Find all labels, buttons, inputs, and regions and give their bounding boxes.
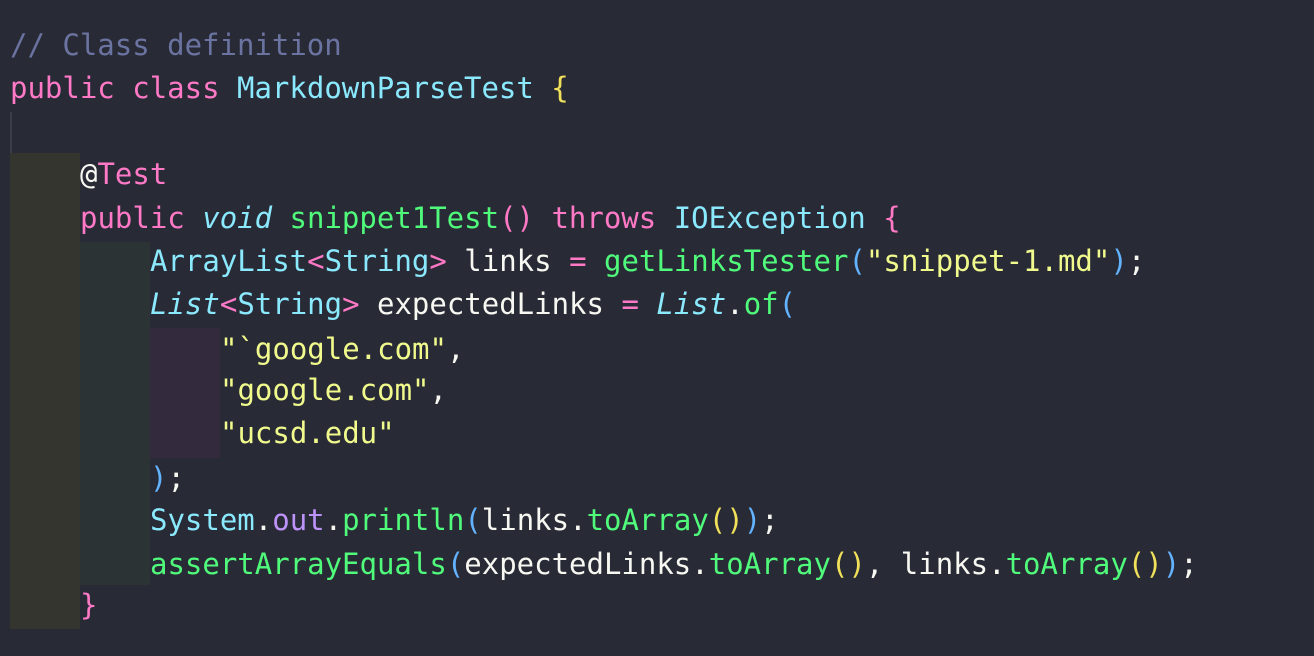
operator-assign: =	[569, 244, 587, 278]
dot: .	[726, 287, 744, 321]
generic-open: <	[307, 244, 325, 278]
type-name: List	[656, 287, 727, 321]
semicolon: ;	[167, 461, 185, 495]
string-literal: "`google.com"	[220, 332, 447, 366]
variable-reference: expectedLinks	[464, 547, 692, 581]
paren-close: )	[150, 461, 168, 495]
field-reference: out	[272, 503, 325, 537]
code-line-close-list: );	[150, 457, 185, 500]
code-line-assert: assertArrayEquals(expectedLinks. toArray(…	[150, 543, 1198, 586]
function-call: of	[743, 287, 779, 321]
code-line-class-declaration: public class MarkdownParseTest {	[10, 67, 569, 110]
string-literal: "snippet-1.md"	[865, 244, 1111, 278]
indent-guide-level-1	[10, 153, 80, 629]
comment-text: // Class definition	[10, 28, 342, 62]
paren-open: (	[778, 287, 797, 321]
code-line-expected-links: List < String > expectedLinks = List. of(	[150, 283, 796, 326]
function-call: assertArrayEquals	[150, 547, 447, 581]
keyword-class: class	[132, 71, 220, 105]
paren-pair: ()	[1127, 547, 1163, 581]
code-line-method-close: }	[80, 584, 97, 627]
class-reference: System	[150, 503, 255, 537]
generic-open: <	[219, 287, 238, 321]
variable-name: links	[446, 244, 570, 278]
type-name: List	[150, 287, 220, 321]
code-line-links: ArrayList < String > links = getLinksTester…	[150, 240, 1145, 283]
annotation-name: Test	[97, 157, 168, 191]
paren-pair: ()	[708, 503, 744, 537]
comma: ,	[865, 547, 901, 581]
semicolon: ;	[761, 503, 779, 537]
code-line-println: System. out. println(links. toArray());	[150, 499, 779, 542]
dot: .	[988, 547, 1006, 581]
function-call: println	[342, 503, 465, 537]
operator-assign: =	[621, 287, 639, 321]
dot: .	[691, 547, 709, 581]
generic-type: String	[324, 244, 430, 278]
paren-open: (	[848, 244, 866, 278]
generic-close: >	[342, 287, 360, 321]
variable-reference: links	[481, 503, 570, 537]
generic-close: >	[429, 244, 447, 278]
method-parens: ()	[499, 201, 534, 235]
method-name: snippet1Test	[289, 201, 500, 235]
code-line-list-item: "`google.com",	[220, 328, 464, 371]
paren-pair: ()	[830, 547, 866, 581]
dot: .	[324, 503, 343, 537]
indent-guide-level-2	[80, 242, 150, 585]
keyword-public: public	[10, 71, 115, 105]
string-literal: "google.com"	[220, 373, 430, 407]
indent-guide-level-3	[150, 328, 220, 458]
function-call: toArray	[708, 547, 831, 581]
code-line-comment: // Class definition	[10, 24, 342, 67]
type-name: ArrayList	[150, 244, 308, 278]
exception-name: IOException	[673, 201, 866, 235]
generic-type: String	[237, 287, 343, 321]
code-line-list-item: "ucsd.edu"	[220, 412, 395, 455]
string-literal: "ucsd.edu"	[220, 416, 395, 450]
code-line-method-declaration: public void snippet1Test() throws IOExce…	[80, 197, 901, 240]
paren-close: )	[1110, 244, 1128, 278]
method-close-brace: }	[80, 588, 98, 622]
paren-close: )	[1162, 547, 1181, 581]
comma: ,	[429, 373, 447, 407]
comma: ,	[446, 332, 465, 366]
class-open-brace: {	[551, 71, 569, 105]
code-line-annotation: @ Test	[80, 153, 167, 196]
variable-name: expectedLinks	[359, 287, 622, 321]
annotation-at: @	[80, 157, 98, 191]
keyword-void: void	[202, 201, 273, 235]
paren-open: (	[446, 547, 465, 581]
paren-open: (	[464, 503, 482, 537]
indent-guide-class	[10, 112, 12, 153]
code-line-list-item: "google.com",	[220, 369, 447, 412]
paren-close: )	[743, 503, 762, 537]
class-name: MarkdownParseTest	[237, 71, 534, 105]
method-open-brace: {	[883, 201, 901, 235]
function-call: getLinksTester	[604, 244, 849, 278]
semicolon: ;	[1180, 547, 1198, 581]
semicolon: ;	[1127, 244, 1146, 278]
keyword-throws: throws	[551, 201, 657, 235]
dot: .	[569, 503, 587, 537]
keyword-public: public	[80, 201, 185, 235]
dot: .	[254, 503, 273, 537]
function-call: toArray	[586, 503, 709, 537]
function-call: toArray	[1005, 547, 1128, 581]
variable-reference: links	[900, 547, 989, 581]
code-editor[interactable]: // Class definition public class Markdow…	[0, 0, 1314, 656]
